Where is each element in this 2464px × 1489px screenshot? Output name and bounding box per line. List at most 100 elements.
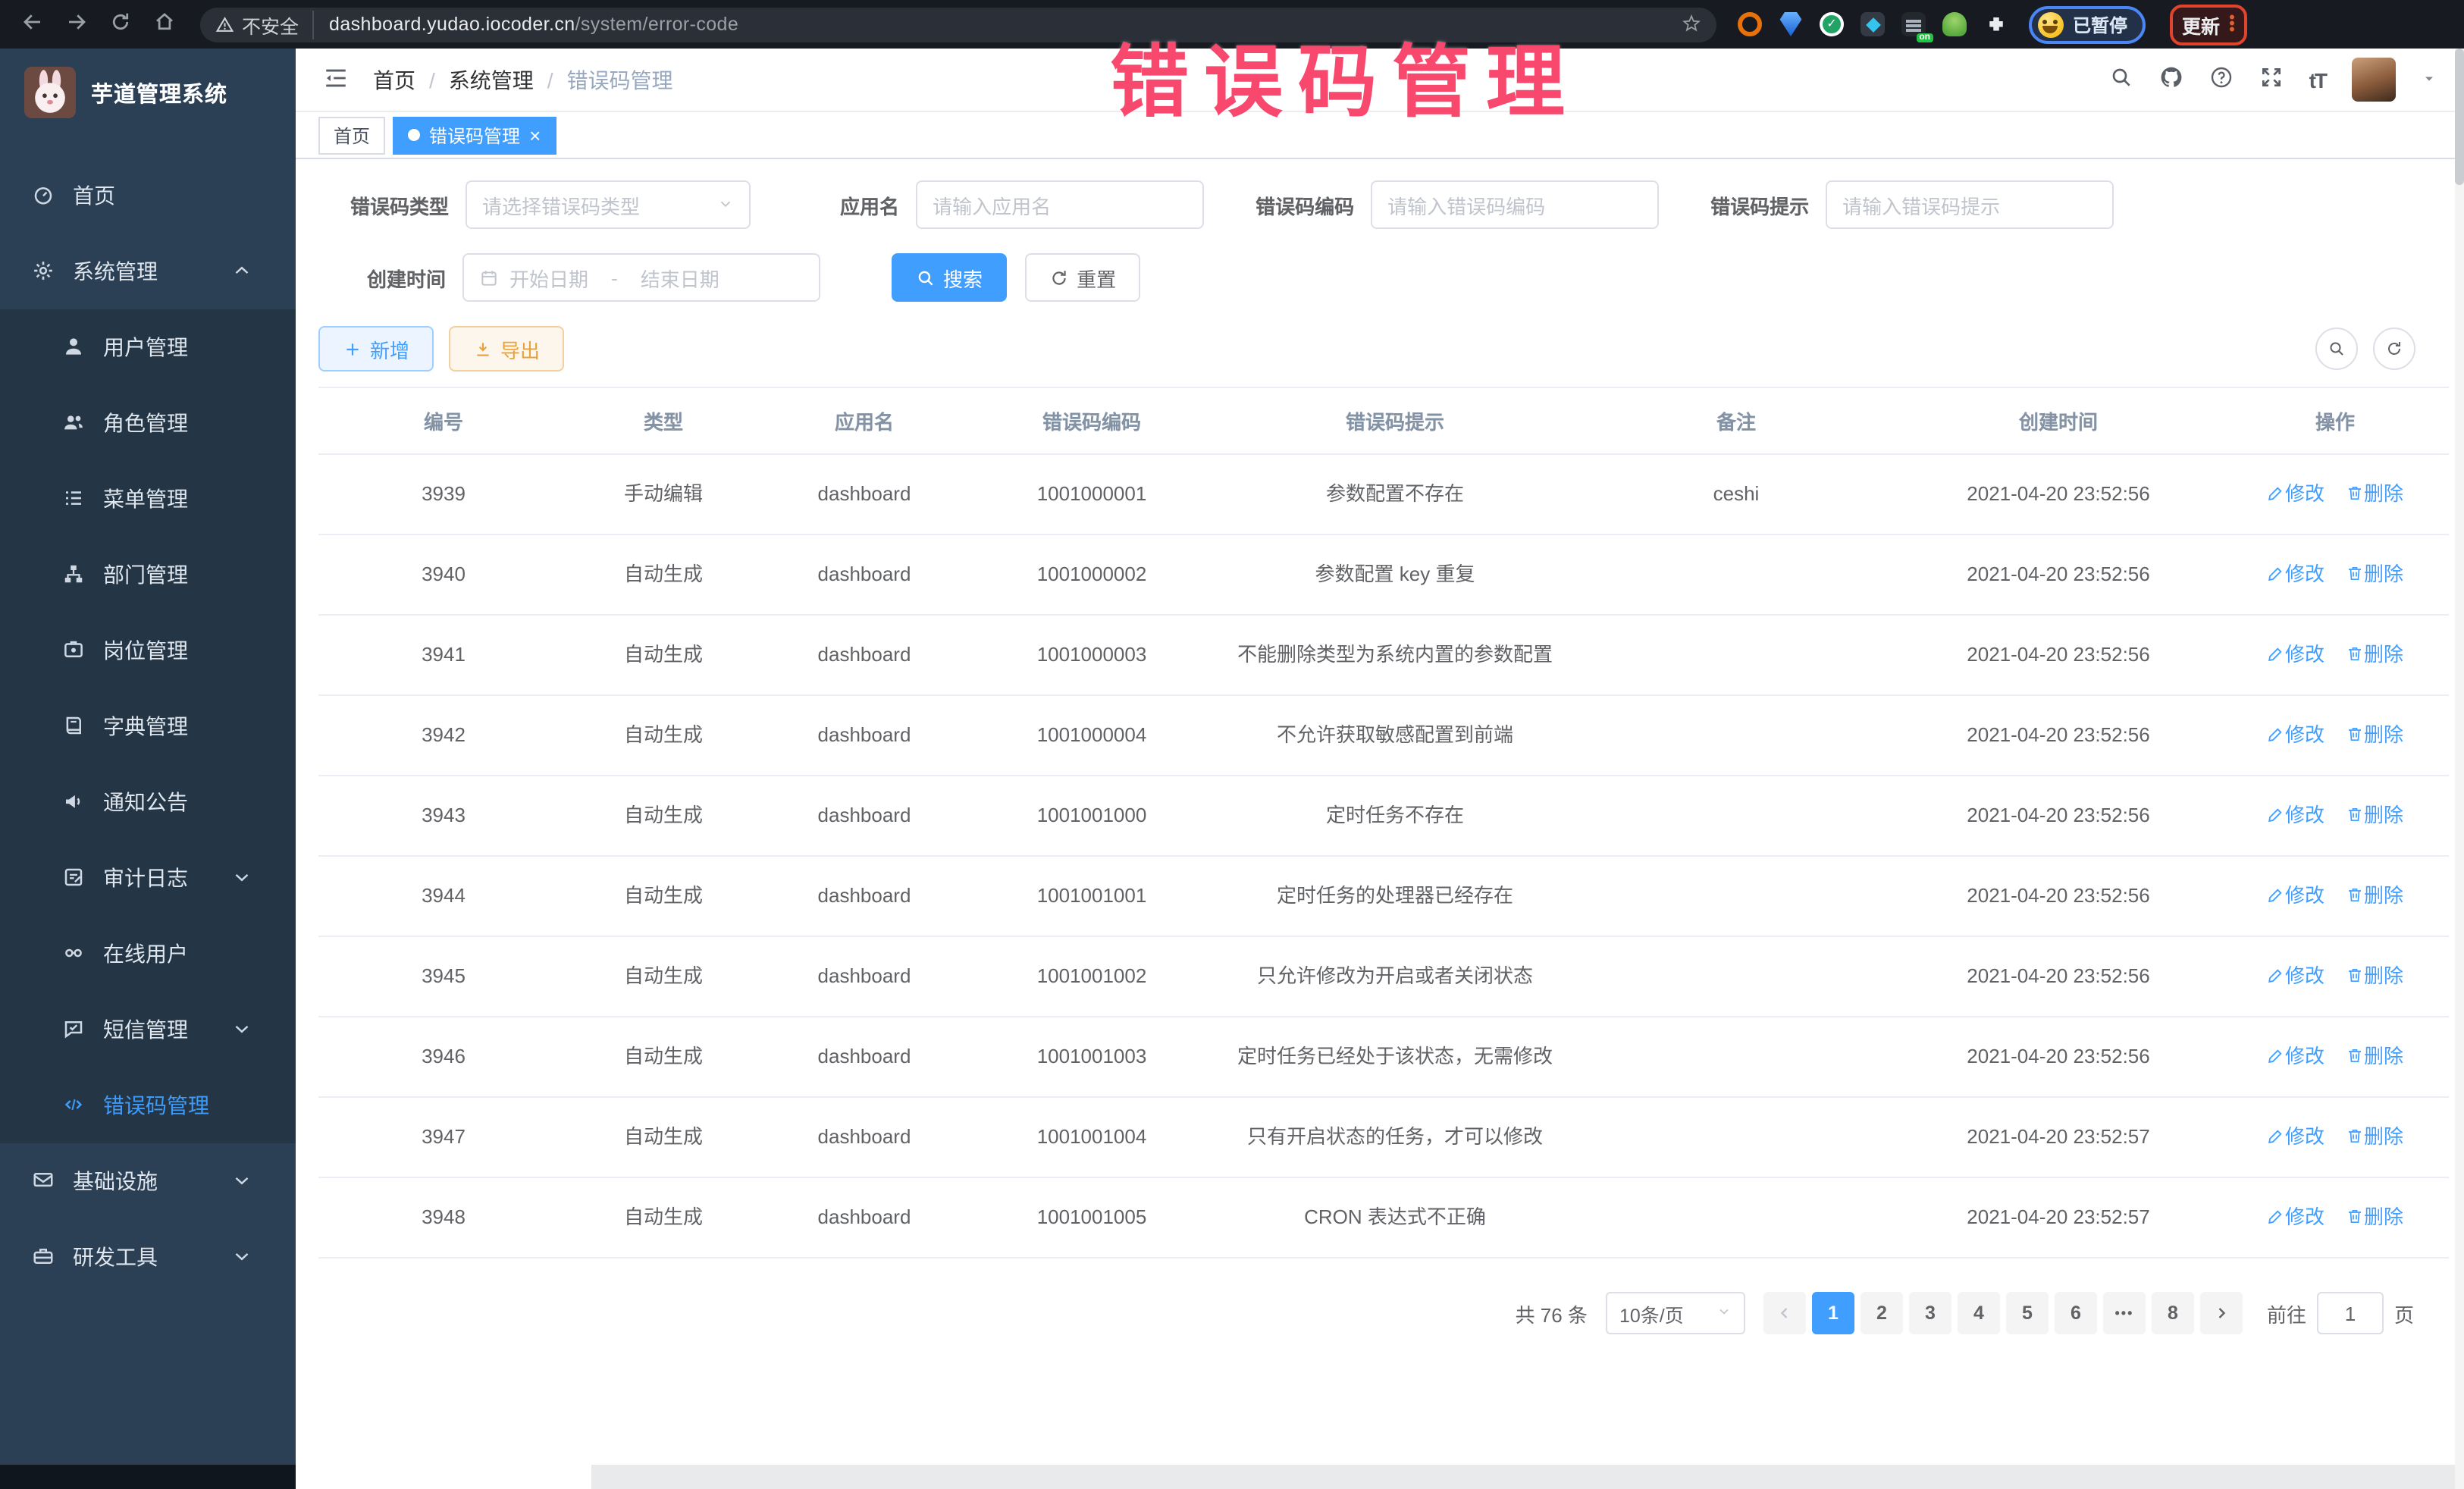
browser-menu-kebab-icon[interactable]: •••	[2229, 15, 2235, 33]
edit-link[interactable]: 修改	[2267, 804, 2324, 826]
edit-link[interactable]: 修改	[2267, 482, 2324, 505]
menu-item[interactable]: 字典管理	[0, 688, 296, 764]
edit-link[interactable]: 修改	[2267, 1205, 2324, 1228]
page-button-6[interactable]: 6	[2055, 1292, 2097, 1334]
cell-time: 2021-04-20 23:52:56	[1895, 454, 2221, 534]
page-button-5[interactable]: 5	[2006, 1292, 2049, 1334]
search-circle-button[interactable]	[2315, 328, 2358, 370]
more-pages-button[interactable]: •••	[2103, 1292, 2146, 1334]
delete-link[interactable]: 删除	[2346, 1045, 2403, 1067]
menu-item[interactable]: 用户管理	[0, 309, 296, 385]
reset-button[interactable]: 重置	[1025, 253, 1140, 302]
chevron-down-icon	[717, 195, 734, 214]
cell-code: 1001001000	[970, 776, 1213, 856]
search-icon[interactable]	[2109, 65, 2133, 94]
delete-link[interactable]: 删除	[2346, 884, 2403, 907]
extension-orange-ring-icon[interactable]	[1738, 12, 1762, 36]
search-button[interactable]: 搜索	[892, 253, 1007, 302]
edit-link[interactable]: 修改	[2267, 884, 2324, 907]
cell-type: 自动生成	[569, 856, 758, 936]
back-icon[interactable]	[21, 11, 44, 37]
prev-page-button[interactable]	[1763, 1292, 1806, 1334]
app-logo-row[interactable]: 芋道管理系统	[0, 49, 296, 136]
menu-item[interactable]: 系统管理	[0, 234, 296, 309]
tab-error-code[interactable]: 错误码管理	[393, 116, 556, 154]
menu-item[interactable]: 短信管理	[0, 992, 296, 1067]
menu-item[interactable]: 在线用户	[0, 916, 296, 992]
edit-link[interactable]: 修改	[2267, 643, 2324, 666]
export-button[interactable]: 导出	[449, 326, 564, 371]
cell-remark	[1577, 936, 1895, 1017]
delete-link[interactable]: 删除	[2346, 643, 2403, 666]
extension-list-on-icon[interactable]: on	[1901, 12, 1926, 36]
menu-item[interactable]: 首页	[0, 158, 296, 234]
menu-item[interactable]: 菜单管理	[0, 461, 296, 537]
refresh-circle-button[interactable]	[2373, 328, 2415, 370]
error-code-input[interactable]: 请输入错误码编码	[1371, 180, 1659, 229]
delete-link[interactable]: 删除	[2346, 563, 2403, 585]
menu-item[interactable]: 研发工具	[0, 1219, 296, 1295]
browser-update-button[interactable]: 更新 •••	[2170, 4, 2247, 45]
font-size-icon[interactable]: tT	[2309, 67, 2326, 92]
error-type-select[interactable]: 请选择错误码类型	[466, 180, 751, 229]
help-icon[interactable]	[2209, 65, 2234, 94]
extension-diamond-icon[interactable]	[1861, 12, 1885, 36]
page-button-4[interactable]: 4	[1958, 1292, 2000, 1334]
app-name-input[interactable]: 请输入应用名	[916, 180, 1204, 229]
edit-link[interactable]: 修改	[2267, 1045, 2324, 1067]
cell-time: 2021-04-20 23:52:57	[1895, 1097, 2221, 1177]
extension-green-key-icon[interactable]	[1942, 12, 1967, 36]
delete-link[interactable]: 删除	[2346, 964, 2403, 987]
extensions-puzzle-icon[interactable]	[1983, 12, 2008, 36]
next-page-button[interactable]	[2200, 1292, 2243, 1334]
extension-paused-pill[interactable]: 已暂停	[2029, 5, 2146, 43]
breadcrumb-system[interactable]: 系统管理	[449, 64, 534, 95]
forward-icon[interactable]	[65, 11, 88, 37]
table-row: 3943自动生成dashboard1001001000定时任务不存在2021-0…	[318, 776, 2449, 856]
menu-item[interactable]: 基础设施	[0, 1143, 296, 1219]
page-button-8[interactable]: 8	[2152, 1292, 2194, 1334]
star-icon[interactable]	[1682, 13, 1701, 36]
security-warning[interactable]: 不安全	[215, 10, 314, 39]
edit-link[interactable]: 修改	[2267, 964, 2324, 987]
delete-link[interactable]: 删除	[2346, 1205, 2403, 1228]
reload-icon[interactable]	[109, 11, 132, 37]
delete-link[interactable]: 删除	[2346, 804, 2403, 826]
menu-item[interactable]: 通知公告	[0, 764, 296, 840]
page-size-select[interactable]: 10条/页	[1606, 1292, 1745, 1334]
add-button[interactable]: 新增	[318, 326, 434, 371]
caret-down-icon[interactable]	[2422, 71, 2437, 89]
error-hint-input[interactable]: 请输入错误码提示	[1826, 180, 2114, 229]
create-time-range-picker[interactable]: 开始日期 - 结束日期	[462, 253, 820, 302]
menu-item[interactable]: 审计日志	[0, 840, 296, 916]
edit-link[interactable]: 修改	[2267, 723, 2324, 746]
delete-link[interactable]: 删除	[2346, 723, 2403, 746]
cell-app: dashboard	[758, 856, 970, 936]
breadcrumb-home[interactable]: 首页	[373, 64, 415, 95]
extension-green-check-icon[interactable]: ✓	[1820, 12, 1844, 36]
github-icon[interactable]	[2159, 65, 2183, 94]
menu-item[interactable]: 角色管理	[0, 385, 296, 461]
goto-page-input[interactable]: 1	[2317, 1292, 2384, 1334]
menu-item[interactable]: 错误码管理	[0, 1067, 296, 1143]
delete-link[interactable]: 删除	[2346, 482, 2403, 505]
window-scrollbar[interactable]	[2455, 49, 2464, 1489]
page-button-3[interactable]: 3	[1909, 1292, 1951, 1334]
user-avatar[interactable]	[2352, 58, 2396, 102]
trash-icon	[2346, 563, 2364, 585]
tab-home[interactable]: 首页	[318, 116, 385, 154]
home-icon[interactable]	[153, 11, 176, 37]
edit-link[interactable]: 修改	[2267, 563, 2324, 585]
extension-blue-pin-icon[interactable]	[1779, 12, 1803, 36]
hamburger-icon[interactable]	[323, 64, 349, 95]
cell-actions: 修改删除	[2221, 534, 2449, 615]
menu-item[interactable]: 岗位管理	[0, 613, 296, 688]
delete-link[interactable]: 删除	[2346, 1125, 2403, 1148]
page-button-1[interactable]: 1	[1812, 1292, 1854, 1334]
fullscreen-icon[interactable]	[2259, 65, 2284, 94]
cell-time: 2021-04-20 23:52:56	[1895, 776, 2221, 856]
menu-item[interactable]: 部门管理	[0, 537, 296, 613]
tab-close-icon[interactable]	[529, 124, 541, 146]
edit-link[interactable]: 修改	[2267, 1125, 2324, 1148]
page-button-2[interactable]: 2	[1861, 1292, 1903, 1334]
